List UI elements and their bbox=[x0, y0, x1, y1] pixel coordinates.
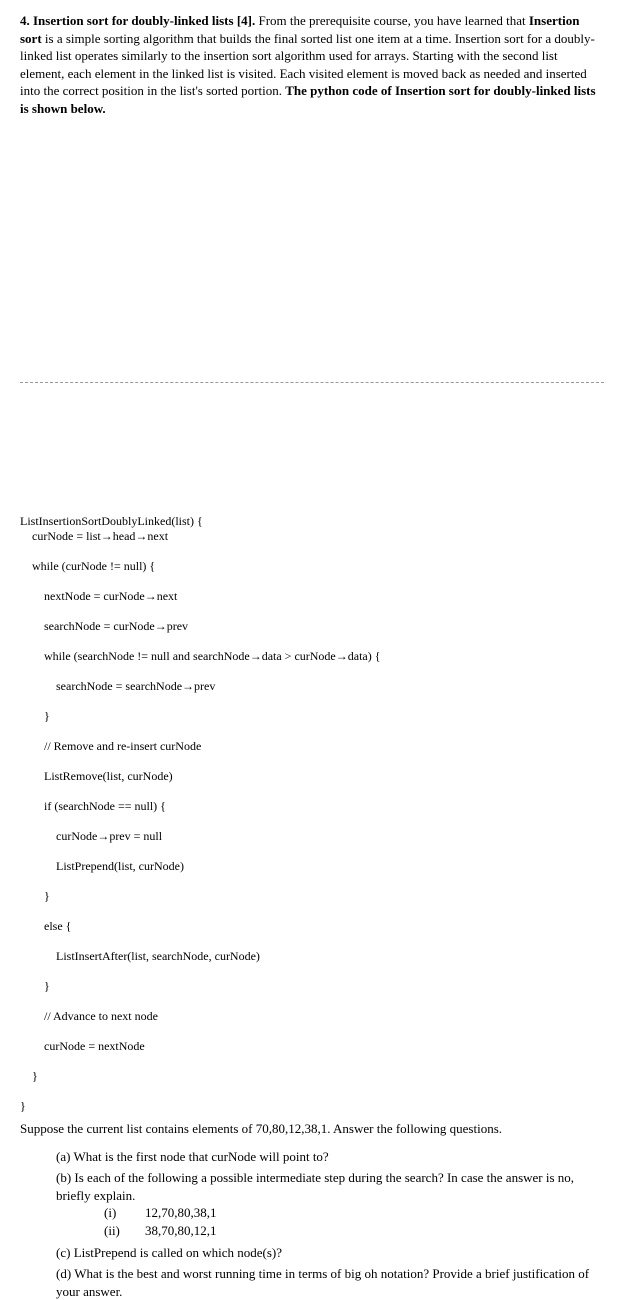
code-line: // Advance to next node bbox=[20, 1009, 604, 1024]
suppose-text: Suppose the current list contains elemen… bbox=[20, 1120, 604, 1138]
code-line: } bbox=[20, 979, 604, 994]
question-c: (c) ListPrepend is called on which node(… bbox=[56, 1244, 604, 1262]
code-line: ListInsertionSortDoublyLinked(list) { bbox=[20, 514, 203, 528]
sub-ii: (ii) 38,70,80,12,1 bbox=[104, 1222, 604, 1240]
question-heading: 4. Insertion sort for doubly-linked list… bbox=[20, 13, 255, 28]
intro-paragraph: 4. Insertion sort for doubly-linked list… bbox=[20, 12, 604, 117]
code-line: searchNode = searchNode→prev bbox=[20, 679, 604, 694]
sub-text: 38,70,80,12,1 bbox=[145, 1223, 217, 1238]
q-text: Is each of the following a possible inte… bbox=[56, 1170, 574, 1203]
sub-label: (ii) bbox=[104, 1222, 132, 1240]
intro-text-1: From the prerequisite course, you have l… bbox=[255, 13, 529, 28]
questions-list: (a) What is the first node that curNode … bbox=[20, 1148, 604, 1300]
question-d: (d) What is the best and worst running t… bbox=[56, 1265, 604, 1300]
q-text: ListPrepend is called on which node(s)? bbox=[74, 1245, 282, 1260]
question-b-sub: (i) 12,70,80,38,1 (ii) 38,70,80,12,1 bbox=[56, 1204, 604, 1239]
code-line: } bbox=[20, 1099, 26, 1113]
code-line: ListInsertAfter(list, searchNode, curNod… bbox=[20, 949, 604, 964]
question-a: (a) What is the first node that curNode … bbox=[56, 1148, 604, 1166]
figure-placeholder bbox=[20, 125, 604, 383]
sub-label: (i) bbox=[104, 1204, 132, 1222]
code-line: curNode = nextNode bbox=[20, 1039, 604, 1054]
code-line: // Remove and re-insert curNode bbox=[20, 739, 604, 754]
code-line: } bbox=[20, 1069, 604, 1084]
q-text: What is the best and worst running time … bbox=[56, 1266, 589, 1299]
code-line: curNode→prev = null bbox=[20, 829, 604, 844]
q-text: What is the first node that curNode will… bbox=[73, 1149, 328, 1164]
sub-text: 12,70,80,38,1 bbox=[145, 1205, 217, 1220]
code-line: else { bbox=[20, 919, 604, 934]
code-line: while (searchNode != null and searchNode… bbox=[20, 649, 604, 664]
q-label: (a) bbox=[56, 1149, 70, 1164]
question-b: (b) Is each of the following a possible … bbox=[56, 1169, 604, 1239]
q-label: (b) bbox=[56, 1170, 71, 1185]
code-line: ListRemove(list, curNode) bbox=[20, 769, 604, 784]
code-line: } bbox=[20, 889, 604, 904]
sub-i: (i) 12,70,80,38,1 bbox=[104, 1204, 604, 1222]
code-line: curNode = list→head→next bbox=[20, 529, 604, 544]
code-line: if (searchNode == null) { bbox=[20, 799, 604, 814]
q-label: (d) bbox=[56, 1266, 71, 1281]
code-line: searchNode = curNode→prev bbox=[20, 619, 604, 634]
q-label: (c) bbox=[56, 1245, 70, 1260]
code-line: } bbox=[20, 709, 604, 724]
code-line: while (curNode != null) { bbox=[20, 559, 604, 574]
code-block: ListInsertionSortDoublyLinked(list) { cu… bbox=[20, 499, 604, 1114]
code-line: nextNode = curNode→next bbox=[20, 589, 604, 604]
code-line: ListPrepend(list, curNode) bbox=[20, 859, 604, 874]
